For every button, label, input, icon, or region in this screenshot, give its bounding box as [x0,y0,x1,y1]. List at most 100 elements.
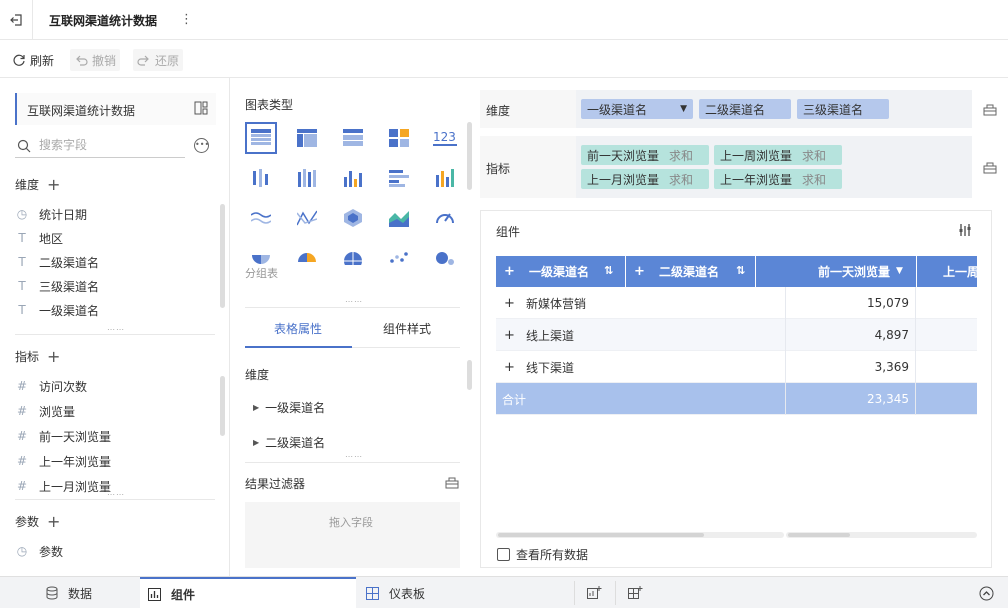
stacked-column-chart-icon[interactable] [291,162,323,194]
expand-all-icon[interactable]: + [504,264,515,279]
collapse-button[interactable] [979,577,994,609]
area-chart-icon[interactable] [383,202,415,234]
number-chart-icon[interactable]: 123 [429,122,461,154]
show-all-checkbox[interactable] [497,548,510,561]
gauge-chart-icon[interactable] [429,202,461,234]
property-scrollbar[interactable] [467,360,472,390]
measure-shelf-settings[interactable] [972,136,1008,198]
tab-component[interactable]: 组件 [140,577,356,609]
pill-agg: 求和 [802,172,827,187]
row-value: 3,369 [874,360,909,374]
refresh-icon [13,54,25,66]
column-header[interactable]: + 一级渠道名 ⇅ [496,256,625,287]
filter-icon[interactable]: ▼ [680,104,687,114]
expand-row-icon[interactable]: + [504,287,515,319]
field-item[interactable]: ◷ 参数 [15,541,63,561]
add-param-icon[interactable]: + [47,513,60,529]
sort-desc-icon[interactable]: ▼ [896,266,903,276]
filter-sort-icon[interactable]: ⇅ [604,264,613,277]
cross-table-chart-icon[interactable] [291,122,323,154]
tab-component-style[interactable]: 组件样式 [383,320,431,337]
tree-item[interactable]: ▶ 一级渠道名 [253,399,325,416]
add-dashboard-button[interactable] [628,577,643,609]
column-header[interactable]: 上一周 [917,256,977,287]
more-options-icon[interactable]: ••• [194,138,209,153]
detail-table-chart-icon[interactable] [337,122,369,154]
field-item[interactable]: # 访问次数 [15,376,87,396]
measure-pill[interactable]: 前一天浏览量 求和 [581,145,709,165]
tab-data[interactable]: 数据 [46,577,92,609]
field-item[interactable]: # 浏览量 [15,401,75,421]
measure-pill[interactable]: 上一周浏览量 求和 [714,145,842,165]
ring-chart-icon[interactable] [291,242,323,274]
field-item[interactable]: # 上一月浏览量 [15,476,111,496]
group-table-chart-icon[interactable] [245,122,277,154]
column-header[interactable]: + 二级渠道名 ⇅ [626,256,755,287]
table-row[interactable]: + 线下渠道 3,369 [496,351,977,383]
resize-handle[interactable]: ⋯⋯ [107,490,125,499]
measure-scrollbar[interactable] [220,376,225,436]
dimension-scrollbar[interactable] [220,204,225,308]
dimension-shelf-settings[interactable] [972,90,1008,128]
dimension-pill[interactable]: 三级渠道名 [797,99,889,119]
resize-handle[interactable]: ⋯⋯ [345,452,363,461]
table-hscrollbar-right[interactable] [786,532,977,538]
map-chart-icon[interactable] [337,242,369,274]
add-dimension-icon[interactable]: + [47,176,60,192]
sort-icon[interactable]: ⇅ [736,264,745,277]
bar-chart-icon[interactable] [383,162,415,194]
more-menu-icon[interactable]: ⋮ [180,12,193,27]
dimension-pill[interactable]: 一级渠道名 ▼ [581,99,693,119]
resize-handle[interactable]: ⋯⋯ [107,325,125,334]
redo-button[interactable]: 还原 [133,49,184,71]
search-input[interactable] [39,138,179,152]
grouped-column-chart-icon[interactable] [429,162,461,194]
resize-handle[interactable]: ⋯⋯ [345,297,363,306]
expand-row-icon[interactable]: + [504,351,515,383]
field-item[interactable]: T 二级渠道名 [15,252,99,272]
filter-drop-zone[interactable]: 拖入字段 [245,502,460,568]
measure-pill[interactable]: 上一年浏览量 求和 [714,169,842,189]
measure-pill[interactable]: 上一月浏览量 求和 [581,169,709,189]
dot-matrix-chart-icon[interactable] [245,162,277,194]
undo-button[interactable]: 撤销 [70,49,121,71]
exit-icon[interactable] [0,0,33,40]
tab-table-properties[interactable]: 表格属性 [274,320,322,337]
field-item[interactable]: T 地区 [15,228,63,248]
dimension-pill[interactable]: 二级渠道名 [699,99,791,119]
show-all-data-toggle[interactable]: 查看所有数据 [497,546,588,563]
refresh-button[interactable]: 刷新 [8,49,58,71]
chart-type-scrollbar[interactable] [467,122,472,190]
table-hscrollbar-left[interactable] [496,532,784,538]
chart-settings-icon[interactable] [959,223,973,240]
dimension-drop-area[interactable]: 一级渠道名 ▼ 二级渠道名 三级渠道名 [576,90,972,128]
filter-settings-icon[interactable] [445,476,459,489]
field-item[interactable]: # 上一年浏览量 [15,451,111,471]
dataset-selector[interactable]: 互联网渠道统计数据 [15,93,216,125]
field-item[interactable]: ◷ 统计日期 [15,204,87,224]
kpi-card-chart-icon[interactable] [383,122,415,154]
field-item[interactable]: T 一级渠道名 [15,300,99,320]
table-row[interactable]: + 线上渠道 4,897 [496,319,977,351]
line-chart-icon[interactable] [291,202,323,234]
top-bar: 互联网渠道统计数据 ⋮ [0,0,1008,40]
field-item[interactable]: T 三级渠道名 [15,276,99,296]
wave-chart-icon[interactable] [245,202,277,234]
add-measure-icon[interactable]: + [47,348,60,364]
column-separator [785,287,786,415]
radar-chart-icon[interactable] [337,202,369,234]
expand-row-icon[interactable]: + [504,319,515,351]
tab-dashboard[interactable]: 仪表板 [366,577,425,609]
table-row[interactable]: + 新媒体营销 15,079 [496,287,977,319]
column-chart-icon[interactable] [337,162,369,194]
measure-drop-area[interactable]: 前一天浏览量 求和 上一周浏览量 求和 上一月浏览量 求和 上一年浏览量 求和 [576,136,972,198]
scatter-chart-icon[interactable] [383,242,415,274]
tree-item[interactable]: ▶ 二级渠道名 [253,434,325,451]
bubble-chart-icon[interactable] [429,242,461,274]
switch-dataset-icon[interactable] [194,101,208,118]
divider [15,334,215,335]
expand-all-icon[interactable]: + [634,264,645,279]
column-header[interactable]: 前一天浏览量 ▼ [756,256,916,287]
field-item[interactable]: # 前一天浏览量 [15,426,111,446]
add-component-button[interactable] [587,577,602,609]
